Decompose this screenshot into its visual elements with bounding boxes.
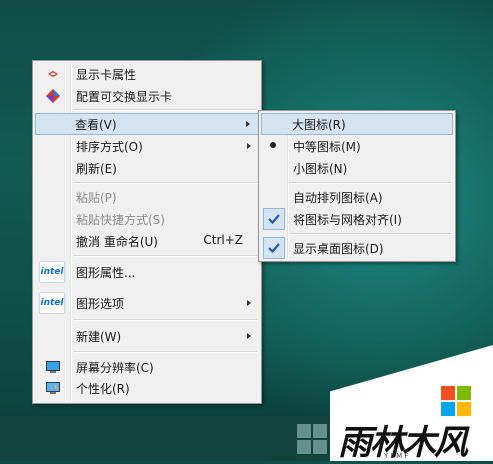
menu-item-label: 小图标(N) bbox=[293, 162, 348, 176]
submenu-arrow-icon bbox=[246, 121, 250, 127]
menu-item-display-card-properties[interactable]: 显示卡属性 bbox=[35, 63, 259, 85]
checkmark-icon bbox=[263, 237, 285, 259]
menu-item-personalize[interactable]: 个性化(R) bbox=[35, 377, 259, 399]
switchable-graphics-icon bbox=[46, 89, 60, 103]
menu-item-label: 粘贴快捷方式(S) bbox=[76, 213, 165, 227]
watermark-subtext: YLMF bbox=[384, 452, 411, 460]
menu-item-paste-shortcut[interactable]: 粘贴快捷方式(S) bbox=[35, 208, 259, 230]
menu-separator bbox=[73, 255, 257, 257]
checkmark-icon bbox=[263, 208, 285, 230]
shortcut-key: Ctrl+Z bbox=[203, 233, 243, 247]
menu-item-graphics-properties[interactable]: intel 图形属性... bbox=[35, 261, 259, 283]
menu-item-label: 自动排列图标(A) bbox=[293, 191, 383, 205]
menu-item-label: 查看(V) bbox=[75, 118, 117, 132]
menu-item-new[interactable]: 新建(W) bbox=[35, 325, 259, 347]
menu-item-label: 配置可交换显示卡 bbox=[76, 90, 173, 104]
menu-item-label: 个性化(R) bbox=[76, 382, 130, 396]
submenu-arrow-icon bbox=[247, 300, 251, 306]
menu-separator bbox=[73, 182, 257, 184]
menu-item-refresh[interactable]: 刷新(E) bbox=[35, 157, 259, 179]
submenu-item-medium-icons[interactable]: 中等图标(M) bbox=[261, 135, 453, 157]
menu-separator bbox=[289, 233, 451, 235]
menu-separator bbox=[73, 319, 257, 321]
personalize-icon bbox=[46, 382, 60, 394]
menu-item-sort-by[interactable]: 排序方式(O) bbox=[35, 135, 259, 157]
submenu-arrow-icon bbox=[247, 333, 251, 339]
menu-item-label: 屏幕分辨率(C) bbox=[76, 361, 154, 375]
submenu-item-align-to-grid[interactable]: 将图标与网格对齐(I) bbox=[261, 208, 453, 230]
submenu-item-auto-arrange[interactable]: 自动排列图标(A) bbox=[261, 186, 453, 208]
menu-item-label: 图形属性... bbox=[76, 266, 136, 280]
submenu-arrow-icon bbox=[247, 143, 251, 149]
menu-item-label: 粘贴(P) bbox=[76, 191, 117, 205]
menu-item-label: 刷新(E) bbox=[76, 162, 117, 176]
menu-item-label: 新建(W) bbox=[76, 330, 122, 344]
intel-icon: intel bbox=[39, 292, 65, 314]
menu-item-view[interactable]: 查看(V) bbox=[35, 113, 259, 135]
menu-item-label: 中等图标(M) bbox=[293, 140, 361, 154]
intel-icon: intel bbox=[39, 261, 65, 283]
menu-item-screen-resolution[interactable]: 屏幕分辨率(C) bbox=[35, 356, 259, 378]
menu-item-paste[interactable]: 粘贴(P) bbox=[35, 186, 259, 208]
start-windows-icon[interactable] bbox=[297, 424, 329, 456]
menu-item-label: 撤消 重命名(U) bbox=[76, 235, 158, 249]
menu-item-label: 图形选项 bbox=[76, 297, 125, 311]
menu-separator bbox=[73, 109, 257, 111]
screen-resolution-icon bbox=[46, 361, 60, 373]
menu-item-configure-switchable-graphics[interactable]: 配置可交换显示卡 bbox=[35, 85, 259, 107]
menu-item-label: 排序方式(O) bbox=[76, 140, 143, 154]
view-submenu: 大图标(R) 中等图标(M) 小图标(N) 自动排列图标(A) 将图标与网格对齐… bbox=[258, 110, 456, 262]
menu-separator bbox=[289, 182, 451, 184]
display-card-icon bbox=[48, 71, 58, 77]
menu-item-label: 显示桌面图标(D) bbox=[293, 242, 384, 256]
submenu-item-small-icons[interactable]: 小图标(N) bbox=[261, 157, 453, 179]
menu-item-undo-rename[interactable]: 撤消 重命名(U) Ctrl+Z bbox=[35, 230, 259, 252]
submenu-item-large-icons[interactable]: 大图标(R) bbox=[261, 113, 453, 135]
menu-item-graphics-options[interactable]: intel 图形选项 bbox=[35, 292, 259, 314]
menu-separator bbox=[73, 351, 257, 353]
menu-item-label: 将图标与网格对齐(I) bbox=[293, 213, 402, 227]
menu-item-label: 大图标(R) bbox=[292, 118, 346, 132]
windows-flag-logo-icon bbox=[441, 386, 471, 416]
radio-selected-icon bbox=[270, 142, 276, 148]
desktop-context-menu: 显示卡属性 配置可交换显示卡 查看(V) 排序方式(O) 刷新(E) 粘贴(P)… bbox=[32, 60, 262, 404]
menu-item-label: 显示卡属性 bbox=[76, 68, 137, 82]
submenu-item-show-desktop-icons[interactable]: 显示桌面图标(D) bbox=[261, 237, 453, 259]
